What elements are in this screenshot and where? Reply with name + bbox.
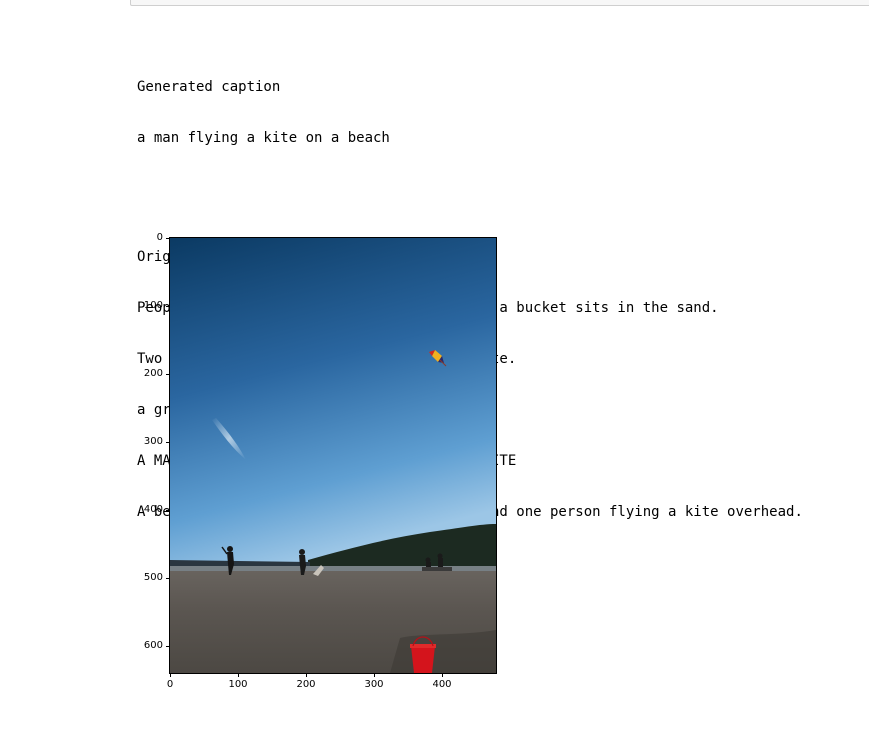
generated-caption-heading: Generated caption	[137, 79, 281, 95]
y-tick-mark	[166, 578, 170, 579]
y-tick-label: 500	[143, 572, 163, 583]
x-tick-label: 100	[228, 679, 248, 690]
y-tick-label: 200	[143, 368, 163, 379]
y-tick-mark	[166, 442, 170, 443]
y-tick-mark	[166, 374, 170, 375]
y-tick-mark	[166, 306, 170, 307]
x-tick-mark	[442, 673, 443, 677]
x-tick-mark	[306, 673, 307, 677]
beach-kite-photo	[169, 237, 497, 674]
y-tick-mark	[166, 646, 170, 647]
image-figure: 0 100 200 300 400 500 600 0 100 200 300 400	[130, 230, 510, 700]
sky	[170, 238, 496, 573]
x-tick-label: 200	[296, 679, 316, 690]
y-tick-label: 100	[143, 300, 163, 311]
x-tick-mark	[374, 673, 375, 677]
x-tick-label: 300	[364, 679, 384, 690]
code-cell-input-edge[interactable]	[130, 0, 869, 6]
y-tick-mark	[166, 510, 170, 511]
x-tick-mark	[238, 673, 239, 677]
y-tick-label: 300	[143, 436, 163, 447]
y-tick-label: 0	[156, 232, 163, 243]
y-tick-mark	[166, 238, 170, 239]
x-tick-label: 400	[432, 679, 452, 690]
photo-drawing	[170, 238, 496, 673]
x-tick-mark	[170, 673, 171, 677]
generated-caption: a man flying a kite on a beach	[137, 130, 390, 146]
y-tick-label: 600	[143, 640, 163, 651]
x-tick-label: 0	[166, 679, 174, 690]
y-tick-label: 400	[143, 504, 163, 515]
